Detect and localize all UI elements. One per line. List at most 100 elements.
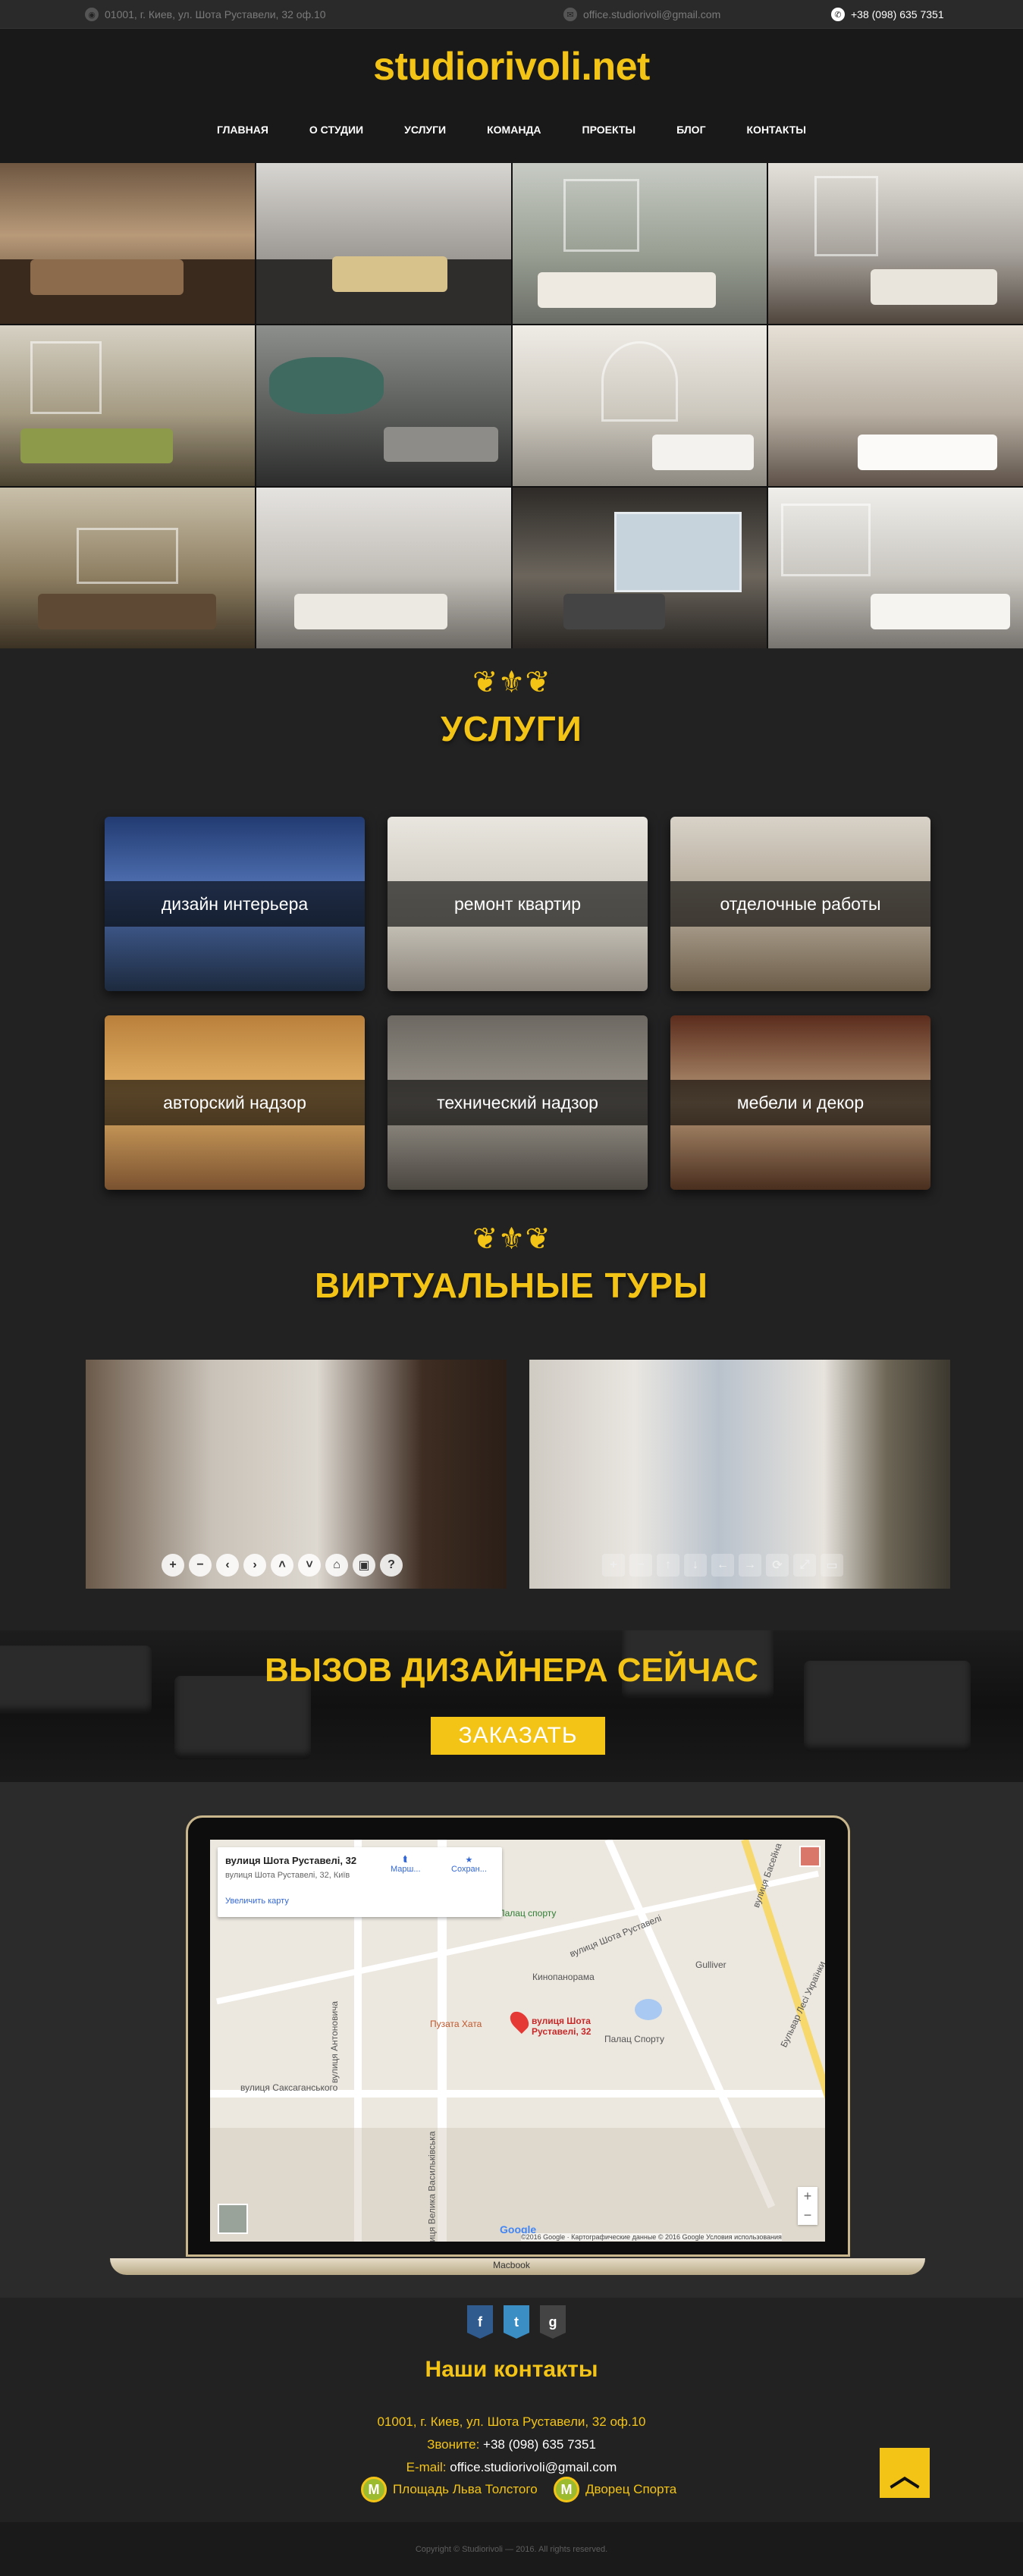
order-button[interactable]: ЗАКАЗАТЬ bbox=[431, 1717, 605, 1755]
gallery-photo[interactable] bbox=[256, 488, 511, 648]
gallery-photo[interactable] bbox=[512, 488, 767, 648]
contacts-title: Наши контакты bbox=[425, 2357, 598, 2382]
service-card-tech-supervision[interactable]: технический надзор bbox=[388, 1015, 648, 1190]
gallery-photo[interactable] bbox=[256, 163, 511, 324]
twitter-icon[interactable]: t bbox=[504, 2305, 529, 2339]
zoom-in-icon[interactable]: + bbox=[602, 1554, 625, 1577]
gallery-photo[interactable] bbox=[512, 325, 767, 486]
screen-icon[interactable]: ▭ bbox=[821, 1554, 843, 1577]
help-icon[interactable]: ? bbox=[380, 1554, 403, 1577]
nav-services[interactable]: УСЛУГИ bbox=[384, 124, 466, 136]
email-info[interactable]: ✉ office.studiorivoli@gmail.com bbox=[563, 0, 720, 29]
nav-about[interactable]: О СТУДИИ bbox=[289, 124, 384, 136]
gallery-photo[interactable] bbox=[768, 488, 1023, 648]
gallery-photo[interactable] bbox=[768, 325, 1023, 486]
fullscreen-icon[interactable]: ▣ bbox=[353, 1554, 375, 1577]
topbar-email[interactable]: office.studiorivoli@gmail.com bbox=[583, 8, 720, 20]
google-map[interactable]: Палац спорту Кинопанорама Gulliver Палац… bbox=[210, 1840, 825, 2242]
scroll-to-top-button[interactable]: ︿ bbox=[880, 2448, 930, 2498]
phone-icon: ✆ bbox=[831, 8, 845, 21]
gallery-photo[interactable] bbox=[256, 325, 511, 486]
nav-home[interactable]: ГЛАВНАЯ bbox=[196, 124, 289, 136]
nav-blog[interactable]: БЛОГ bbox=[656, 124, 726, 136]
arrow-down-icon[interactable]: ˅ bbox=[298, 1554, 321, 1577]
laptop-brand: Macbook bbox=[493, 2260, 530, 2270]
service-label: дизайн интерьера bbox=[105, 881, 365, 927]
footer-phone: Звоните: +38 (098) 635 7351 bbox=[0, 2437, 1023, 2452]
metro-station: M Дворец Спорта bbox=[554, 2477, 676, 2502]
metro-icon: M bbox=[554, 2477, 579, 2502]
phone-label: Звоните: bbox=[427, 2437, 480, 2452]
gallery-photo[interactable] bbox=[768, 163, 1023, 324]
call-title: ВЫЗОВ ДИЗАЙНЕРА СЕЙЧАС bbox=[265, 1652, 758, 1689]
service-card-furniture[interactable]: мебели и декор bbox=[670, 1015, 930, 1190]
email-label: E-mail: bbox=[406, 2460, 447, 2474]
zoom-controls[interactable]: + − bbox=[798, 2187, 817, 2225]
service-label: мебели и декор bbox=[670, 1080, 930, 1125]
services-title: УСЛУГИ bbox=[441, 709, 582, 748]
service-card-author-supervision[interactable]: авторский надзор bbox=[105, 1015, 365, 1190]
map-label: Пузата Хата bbox=[430, 2019, 482, 2029]
zoom-out-icon[interactable]: − bbox=[189, 1554, 212, 1577]
arrow-up-icon[interactable]: ˄ bbox=[271, 1554, 293, 1577]
autorotate-icon[interactable]: ⟳ bbox=[766, 1554, 789, 1577]
service-card-renovation[interactable]: ремонт квартир bbox=[388, 817, 648, 991]
gallery-photo[interactable] bbox=[0, 488, 255, 648]
place-info-card: вулиця Шота Руставелі, 32 вулиця Шота Ру… bbox=[218, 1847, 502, 1917]
enlarge-map-link[interactable]: Увеличить карту bbox=[225, 1897, 494, 1906]
route-button[interactable]: ⮬ Марш... bbox=[391, 1855, 421, 1874]
service-card-interior[interactable]: дизайн интерьера bbox=[105, 817, 365, 991]
service-label: ремонт квартир bbox=[388, 881, 648, 927]
nav-team[interactable]: КОМАНДА bbox=[466, 124, 561, 136]
arrow-down-icon[interactable]: ↓ bbox=[684, 1554, 707, 1577]
zoom-in-icon[interactable]: + bbox=[162, 1554, 184, 1577]
call-designer-banner: ВЫЗОВ ДИЗАЙНЕРА СЕЙЧАС ЗАКАЗАТЬ bbox=[0, 1630, 1023, 1782]
arrow-right-icon[interactable]: › bbox=[243, 1554, 266, 1577]
phone-value[interactable]: +38 (098) 635 7351 bbox=[483, 2437, 596, 2452]
site-header: studiorivoli.net ГЛАВНАЯ О СТУДИИ УСЛУГИ… bbox=[0, 29, 1023, 163]
arrow-left-icon[interactable]: ‹ bbox=[216, 1554, 239, 1577]
phone-info[interactable]: ✆ +38 (098) 635 7351 bbox=[831, 0, 944, 29]
gallery-photo[interactable] bbox=[0, 325, 255, 486]
topbar-address: 01001, г. Киев, ул. Шота Руставели, 32 о… bbox=[105, 8, 326, 20]
main-nav: ГЛАВНАЯ О СТУДИИ УСЛУГИ КОМАНДА ПРОЕКТЫ … bbox=[0, 124, 1023, 136]
star-icon: ★ bbox=[465, 1856, 473, 1865]
ornament-icon: ❦⚜❦ bbox=[472, 1222, 551, 1256]
gallery-photo[interactable] bbox=[0, 163, 255, 324]
nav-projects[interactable]: ПРОЕКТЫ bbox=[562, 124, 657, 136]
map-label: Палац Спорту bbox=[604, 2034, 665, 2044]
email-value[interactable]: office.studiorivoli@gmail.com bbox=[450, 2460, 617, 2474]
location-icon: ◉ bbox=[85, 8, 99, 21]
map-pin-icon[interactable] bbox=[507, 2008, 532, 2034]
nav-contacts[interactable]: КОНТАКТЫ bbox=[726, 124, 827, 136]
fullscreen-icon[interactable]: ⤢ bbox=[793, 1554, 816, 1577]
footer-email: E-mail: office.studiorivoli@gmail.com bbox=[0, 2460, 1023, 2475]
google-plus-icon[interactable]: g bbox=[540, 2305, 566, 2339]
zoom-out-icon[interactable]: − bbox=[629, 1554, 652, 1577]
arrow-up-icon[interactable]: ↑ bbox=[657, 1554, 679, 1577]
topbar-phone[interactable]: +38 (098) 635 7351 bbox=[851, 8, 944, 20]
metro-name: Площадь Льва Толстого bbox=[393, 2482, 538, 2496]
ornament-icon: ❦⚜❦ bbox=[472, 666, 551, 699]
mail-icon: ✉ bbox=[563, 8, 577, 21]
map-label: вулиця Саксаганського bbox=[240, 2082, 338, 2093]
chevron-up-icon: ︿ bbox=[890, 2459, 920, 2493]
address-info: ◉ 01001, г. Киев, ул. Шота Руставели, 32… bbox=[85, 0, 326, 29]
interior-gallery bbox=[0, 163, 1023, 648]
gallery-photo[interactable] bbox=[512, 163, 767, 324]
copyright: Copyright © Studiorivoli — 2016. All rig… bbox=[0, 2522, 1023, 2576]
site-logo[interactable]: studiorivoli.net bbox=[0, 44, 1023, 89]
satellite-thumbnail[interactable] bbox=[218, 2204, 248, 2234]
map-label: Палац спорту bbox=[498, 1908, 557, 1919]
service-label: отделочные работы bbox=[670, 881, 930, 927]
virtual-tour-2[interactable]: + − ↑ ↓ ← → ⟳ ⤢ ▭ bbox=[529, 1360, 950, 1589]
home-icon[interactable]: ⌂ bbox=[325, 1554, 348, 1577]
avatar[interactable] bbox=[799, 1846, 821, 1867]
arrow-right-icon[interactable]: → bbox=[739, 1554, 761, 1577]
save-button[interactable]: ★ Сохран... bbox=[451, 1855, 487, 1874]
map-label: Кинопанорама bbox=[532, 1972, 595, 1982]
facebook-icon[interactable]: f bbox=[467, 2305, 493, 2339]
arrow-left-icon[interactable]: ← bbox=[711, 1554, 734, 1577]
virtual-tour-1[interactable]: + − ‹ › ˄ ˅ ⌂ ▣ ? bbox=[86, 1360, 507, 1589]
service-card-finishing[interactable]: отделочные работы bbox=[670, 817, 930, 991]
